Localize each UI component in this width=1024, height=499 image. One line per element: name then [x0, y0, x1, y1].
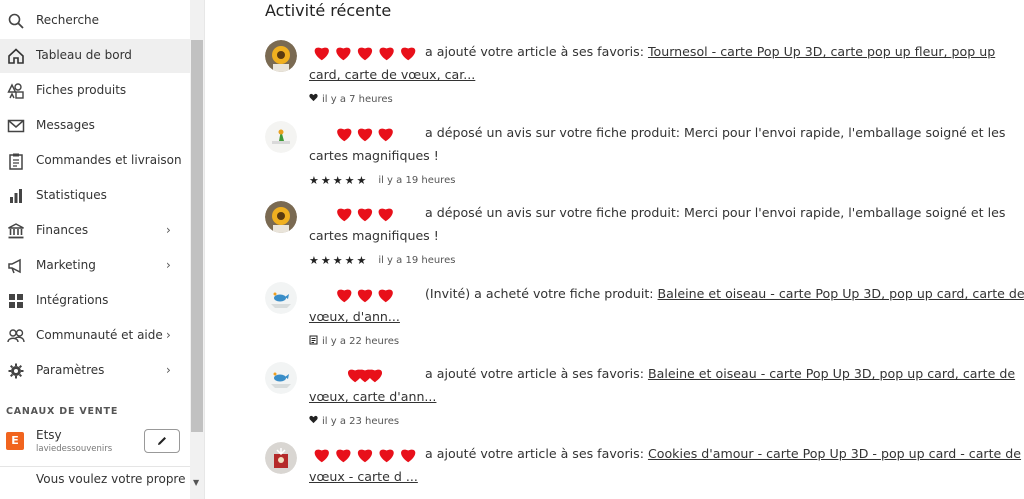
search-icon: [7, 12, 25, 30]
etsy-logo: E: [6, 432, 24, 450]
activity-text: a ajouté votre article à ses favoris: Ba…: [309, 362, 1024, 408]
sidebar-item-label: Fiches produits: [36, 83, 127, 97]
activity-time: il y a 19 heures: [378, 255, 456, 266]
avatar[interactable]: [265, 40, 297, 72]
sidebar-item-messages[interactable]: Messages: [0, 109, 190, 143]
activity-time: il y a 7 heures: [322, 93, 393, 105]
people-icon: [7, 327, 25, 345]
shop-name: laviedessouvenirs: [36, 444, 113, 454]
edit-channel-button[interactable]: [144, 429, 180, 453]
chevron-right-icon: ›: [166, 328, 171, 342]
sidebar-item-label: Paramètres: [36, 363, 105, 377]
avatar[interactable]: [265, 442, 297, 474]
heart-icon: [309, 93, 318, 105]
redaction-mark: [314, 449, 416, 462]
heart-icon: [309, 415, 318, 427]
activity-action: (Invité) a acheté votre fiche produit:: [421, 286, 658, 301]
sidebar-item-integrations[interactable]: Intégrations: [0, 284, 190, 318]
sidebar-item-label: Messages: [36, 118, 95, 132]
scroll-down-arrow-icon[interactable]: ▼: [193, 478, 199, 487]
sidebar-item-tableau-de-bord[interactable]: Tableau de bord: [0, 39, 190, 73]
avatar[interactable]: [265, 201, 297, 233]
bottom-promo: Vous voulez votre propre: [0, 466, 190, 499]
redaction-mark: [347, 369, 383, 382]
sidebar: Recherche Tableau de bord Fiches produits M…: [0, 0, 205, 499]
rating-stars: ★★★★★: [309, 254, 369, 267]
activity-action: a ajouté votre article à ses favoris:: [421, 44, 648, 59]
sidebar-item-communaute-et-aide[interactable]: Communauté et aide ›: [0, 319, 190, 353]
sidebar-item-label: Finances: [36, 223, 89, 237]
sidebar-scrollbar[interactable]: ▼: [190, 0, 204, 499]
receipt-icon: [309, 335, 318, 348]
sidebar-item-label: Marketing: [36, 258, 96, 272]
redaction-mark: [337, 128, 393, 141]
activity-meta: il y a 22 heures: [309, 335, 399, 348]
pencil-icon: [158, 437, 166, 445]
home-icon: [7, 47, 25, 65]
activity-text: a ajouté votre article à ses favoris: Co…: [309, 442, 1024, 488]
activity-text: a ajouté votre article à ses favoris: To…: [309, 40, 1024, 86]
page-title: Activité récente: [265, 1, 392, 20]
bank-icon: [7, 222, 25, 240]
main-content: Activité récente a ajouté votre article …: [205, 0, 1024, 499]
avatar[interactable]: [265, 121, 297, 153]
avatar[interactable]: [265, 282, 297, 314]
sidebar-item-parametres[interactable]: Paramètres ›: [0, 354, 190, 388]
chevron-right-icon: ›: [166, 223, 171, 237]
activity-time: il y a 22 heures: [322, 336, 400, 347]
sidebar-item-label: Communauté et aide: [36, 328, 163, 342]
scrollbar-thumb[interactable]: [191, 40, 203, 432]
activity-time: il y a 23 heures: [322, 415, 400, 427]
activity-text: a déposé un avis sur votre fiche produit…: [309, 121, 1024, 167]
bar-chart-icon: [7, 187, 25, 205]
sidebar-item-statistiques[interactable]: Statistiques: [0, 179, 190, 213]
activity-meta: ★★★★★ il y a 19 heures: [309, 174, 455, 187]
grid-icon: [7, 292, 25, 310]
redaction-mark: [337, 208, 393, 221]
activity-meta: il y a 7 heures: [309, 93, 393, 105]
bottom-promo-text: Vous voulez votre propre: [36, 472, 186, 486]
sidebar-item-label: Intégrations: [36, 293, 109, 307]
megaphone-icon: [7, 257, 25, 275]
sidebar-item-marketing[interactable]: Marketing ›: [0, 249, 190, 283]
activity-action: a ajouté votre article à ses favoris:: [421, 366, 648, 381]
sidebar-item-label: Statistiques: [36, 188, 107, 202]
sales-channels-heading: CANAUX DE VENTE: [6, 406, 119, 417]
chevron-right-icon: ›: [166, 363, 171, 377]
chevron-right-icon: ›: [166, 258, 171, 272]
sidebar-item-label: Commandes et livraison: [36, 153, 182, 167]
sidebar-item-label: Recherche: [36, 13, 100, 27]
activity-text: (Invité) a acheté votre fiche produit: B…: [309, 282, 1024, 328]
redaction-mark: [314, 47, 416, 60]
activity-text: a déposé un avis sur votre fiche produit…: [309, 201, 1024, 247]
listings-icon: [7, 82, 25, 100]
activity-meta: il y a 23 heures: [309, 415, 399, 427]
mail-icon: [7, 117, 25, 135]
redaction-mark: [337, 289, 393, 302]
avatar[interactable]: [265, 362, 297, 394]
activity-time: il y a 19 heures: [378, 175, 456, 186]
sidebar-item-recherche[interactable]: Recherche: [0, 4, 190, 38]
rating-stars: ★★★★★: [309, 174, 369, 187]
activity-action: a ajouté votre article à ses favoris:: [421, 446, 648, 461]
clipboard-icon: [7, 152, 25, 170]
sidebar-item-label: Tableau de bord: [36, 48, 132, 62]
gear-icon: [7, 362, 25, 380]
sidebar-item-finances[interactable]: Finances ›: [0, 214, 190, 248]
sidebar-item-fiches-produits[interactable]: Fiches produits: [0, 74, 190, 108]
channel-name: Etsy: [36, 428, 62, 442]
sidebar-item-commandes-et-livraison[interactable]: Commandes et livraison: [0, 144, 190, 178]
activity-meta: ★★★★★ il y a 19 heures: [309, 254, 455, 267]
